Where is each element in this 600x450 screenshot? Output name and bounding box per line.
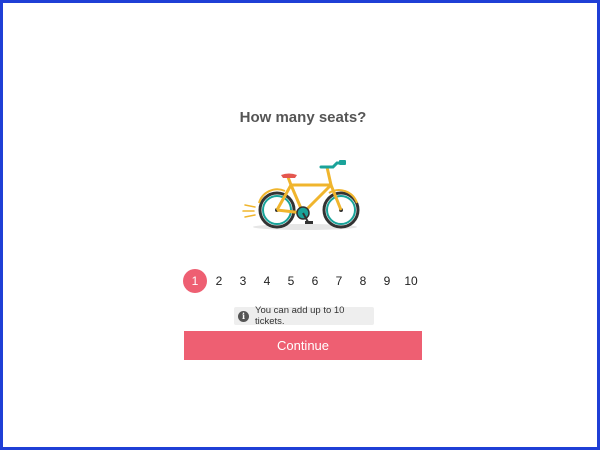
bicycle-icon [242,160,360,230]
ticket-limit-text: You can add up to 10 tickets. [255,305,345,327]
ticket-limit-notice: i You can add up to 10 tickets. [234,305,374,327]
seat-option-10[interactable]: 10 [399,269,423,293]
seat-option-2[interactable]: 2 [207,269,231,293]
seat-count-selector: 1 2 3 4 5 6 7 8 9 10 [183,269,423,293]
seat-option-6[interactable]: 6 [303,269,327,293]
seat-option-8[interactable]: 8 [351,269,375,293]
seat-option-1[interactable]: 1 [183,269,207,293]
seat-option-7[interactable]: 7 [327,269,351,293]
continue-button[interactable]: Continue [184,331,422,360]
seat-option-5[interactable]: 5 [279,269,303,293]
seat-option-9[interactable]: 9 [375,269,399,293]
window-frame: How many seats? 1 2 3 4 5 6 7 8 9 10 i Y… [0,0,600,450]
seat-option-4[interactable]: 4 [255,269,279,293]
info-icon: i [238,310,249,322]
page-title: How many seats? [239,109,367,126]
seat-option-3[interactable]: 3 [231,269,255,293]
